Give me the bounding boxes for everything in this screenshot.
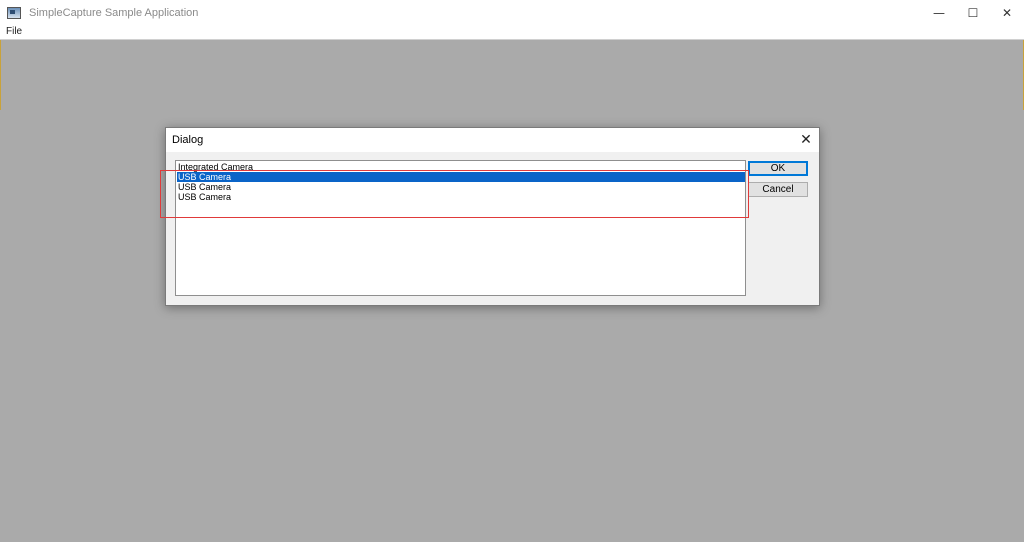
minimize-icon[interactable]: —: [922, 0, 956, 25]
app-icon: [7, 6, 21, 19]
menubar: File: [0, 25, 1024, 40]
camera-select-dialog: Dialog ✕ Integrated Camera USB Camera US…: [165, 127, 820, 306]
window-title: SimpleCapture Sample Application: [29, 6, 199, 19]
window-titlebar[interactable]: SimpleCapture Sample Application — ☐ ✕: [0, 0, 1024, 25]
dialog-title: Dialog: [172, 134, 204, 146]
maximize-icon[interactable]: ☐: [956, 0, 990, 25]
menu-file[interactable]: File: [6, 25, 22, 39]
close-icon[interactable]: ✕: [990, 0, 1024, 25]
list-item-camera[interactable]: USB Camera: [177, 192, 745, 202]
caption-buttons: — ☐ ✕: [922, 0, 1024, 25]
list-item-camera[interactable]: USB Camera: [177, 182, 745, 192]
window-border-left: [0, 40, 1, 110]
dialog-titlebar[interactable]: Dialog ✕: [166, 128, 819, 152]
list-item-camera-selected[interactable]: USB Camera: [177, 172, 745, 182]
app-window: SimpleCapture Sample Application — ☐ ✕ F…: [0, 0, 1024, 542]
camera-list[interactable]: Integrated Camera USB Camera USB Camera …: [175, 160, 746, 296]
cancel-button[interactable]: Cancel: [748, 182, 808, 197]
dialog-close-icon[interactable]: ✕: [793, 128, 819, 152]
ok-button[interactable]: OK: [748, 161, 808, 176]
list-item-camera[interactable]: Integrated Camera: [177, 162, 745, 172]
